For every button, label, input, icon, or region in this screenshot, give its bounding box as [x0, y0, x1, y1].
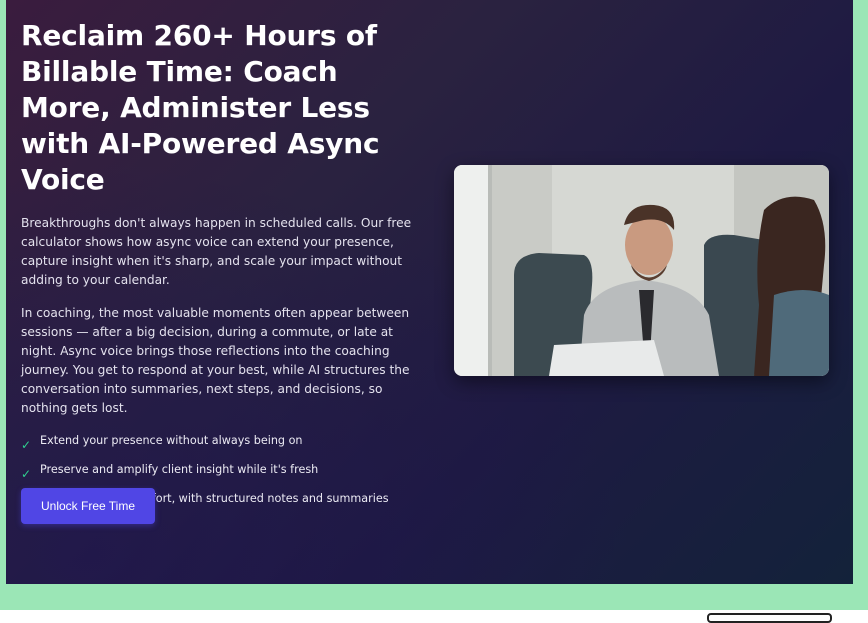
check-icon: ✓ [21, 467, 32, 481]
hero-title: Reclaim 260+ Hours of Billable Time: Coa… [21, 19, 380, 196]
coaching-meeting-photo [454, 165, 829, 376]
hero-intro: Breakthroughs don't always happen in sch… [21, 216, 412, 287]
hero-description: In coaching, the most valuable moments o… [21, 306, 410, 415]
benefit-item: ✓ Extend your presence without always bei… [21, 434, 421, 463]
unlock-free-time-button[interactable]: Unlock Free Time [21, 488, 155, 524]
hero-content: Reclaim 260+ Hours of Billable Time: Coa… [21, 18, 421, 521]
benefit-text: Preserve and amplify client insight whil… [40, 463, 319, 476]
benefit-text: Extend your presence without always bein… [40, 434, 303, 447]
check-icon: ✓ [21, 438, 32, 452]
partial-button[interactable] [707, 613, 832, 623]
page-frame: Reclaim 260+ Hours of Billable Time: Coa… [0, 0, 868, 610]
hero-section: Reclaim 260+ Hours of Billable Time: Coa… [6, 0, 853, 584]
